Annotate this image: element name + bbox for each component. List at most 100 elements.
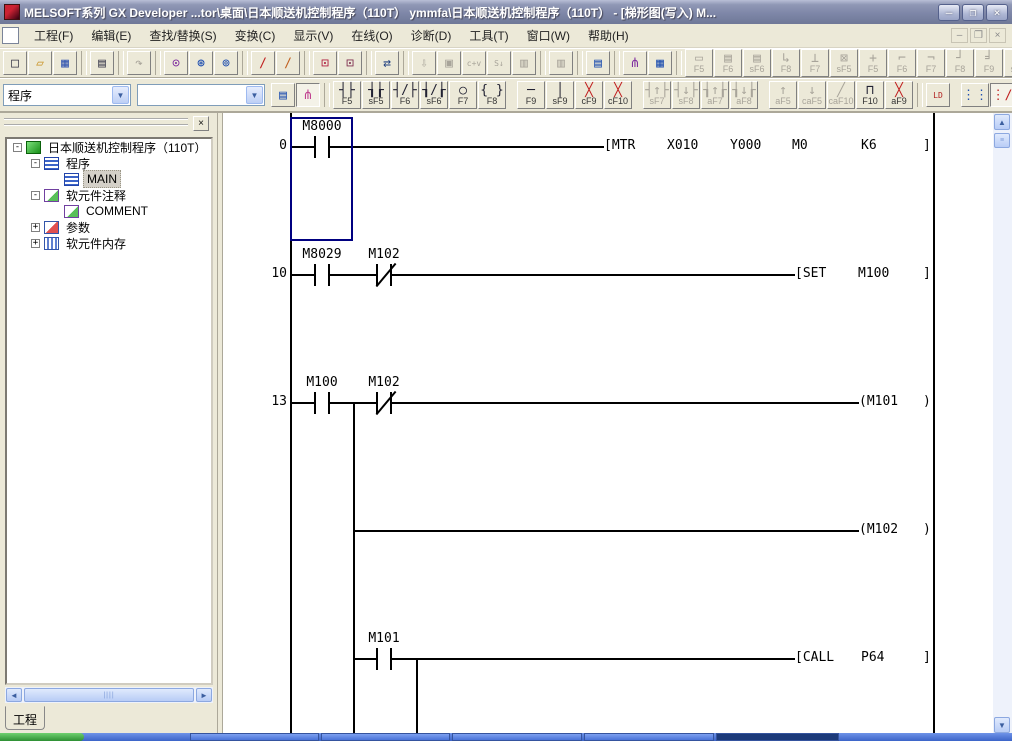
sfc-selection-convergence-button[interactable]: ┘F8	[946, 49, 974, 77]
coil-button[interactable]: ○F7	[449, 81, 477, 109]
menu-t[interactable]: 工具(T)	[460, 24, 517, 47]
scroll-thumb[interactable]: ||||	[24, 688, 194, 702]
target-selector[interactable]: ▼	[137, 84, 265, 106]
invert-op-button[interactable]: ╱caF10	[827, 81, 855, 109]
instruction-text[interactable]: P64	[861, 650, 884, 665]
sfc-dummy-step-button[interactable]: ▤sF6	[743, 49, 771, 77]
sfc-selection-divergence-button[interactable]: ⌐F6	[888, 49, 916, 77]
delete-line-button[interactable]: ╳aF9	[885, 81, 913, 109]
transfer-setup-button[interactable]: ⇄	[375, 51, 399, 75]
block-convert-button[interactable]: ▥	[512, 51, 536, 75]
menu-o[interactable]: 在线(O)	[342, 24, 401, 47]
download-button[interactable]: ⇩	[412, 51, 436, 75]
parallel-falling-pulse-button[interactable]: ┧↓┟aF8	[730, 81, 758, 109]
instruction-text[interactable]: Y000	[730, 138, 761, 153]
falling-pulse-op-button[interactable]: ↓caF5	[798, 81, 826, 109]
tree-node-label[interactable]: 软元件内存	[63, 234, 129, 253]
sfc-end-step-button[interactable]: ⊥F7	[801, 49, 829, 77]
tree-node-device-memory[interactable]: + 软元件内存	[7, 235, 211, 251]
ladder-editor[interactable]: 0M8000[MTRX010Y000M0K6]10M8029M102[SETM1…	[222, 113, 993, 734]
collapse-icon[interactable]: -	[31, 159, 40, 168]
rising-pulse-button[interactable]: ┤↑├sF7	[643, 81, 671, 109]
open-contact-button[interactable]: ┤├F5	[333, 81, 361, 109]
tree-node-label[interactable]: COMMENT	[83, 203, 151, 219]
ladder-list-toggle-button[interactable]: LD	[926, 83, 950, 107]
mdi-child-icon[interactable]	[2, 27, 19, 44]
sfc-vertical-line-button[interactable]: ╎sF9	[1004, 49, 1012, 77]
error-check-button[interactable]: c+v	[462, 51, 486, 75]
instruction-text[interactable]: [SET	[795, 266, 826, 281]
close-button[interactable]: ×	[986, 4, 1008, 21]
chevron-down-icon[interactable]: ▼	[112, 86, 129, 104]
parallel-rising-pulse-button[interactable]: ┧↑┟aF7	[701, 81, 729, 109]
scroll-right-arrow[interactable]: ►	[196, 688, 212, 702]
menu-f[interactable]: 工程(F)	[25, 24, 82, 47]
tree-node-label[interactable]: 软元件注释	[63, 186, 129, 205]
expand-icon[interactable]: +	[31, 239, 40, 248]
sfc-jump-button[interactable]: ↳F8	[772, 49, 800, 77]
horizontal-line-input-button[interactable]: ⊓F10	[856, 81, 884, 109]
panel-close-button[interactable]: ×	[193, 116, 209, 131]
panel-grip[interactable]	[4, 124, 188, 126]
expand-icon[interactable]: +	[31, 223, 40, 232]
sfc-simultaneous-convergence-button[interactable]: ╛F9	[975, 49, 1003, 77]
device-tree-button[interactable]: ⋔	[623, 51, 647, 75]
closed-contact-button[interactable]: ┤/├F6	[391, 81, 419, 109]
parallel-closed-contact-button[interactable]: ┧/┟sF6	[420, 81, 448, 109]
taskbar-button[interactable]	[452, 733, 582, 741]
menu-h[interactable]: 帮助(H)	[579, 24, 638, 47]
sfc-initial-step-button[interactable]: ▤F6	[714, 49, 742, 77]
device-batch-button[interactable]: ∕	[276, 51, 300, 75]
copy-window-button[interactable]: ▣	[437, 51, 461, 75]
instruction-text[interactable]: )	[923, 522, 931, 537]
minimize-button[interactable]: –	[938, 4, 960, 21]
open-contact[interactable]	[314, 264, 330, 286]
tree-node-comment[interactable]: COMMENT	[7, 203, 211, 219]
print-button[interactable]: ▤	[90, 51, 114, 75]
application-instruction-button[interactable]: { }F8	[478, 81, 506, 109]
ladder-edit-button[interactable]: ▦	[648, 51, 672, 75]
taskbar-button[interactable]	[190, 733, 319, 741]
tree-node-program-folder[interactable]: -程序	[7, 155, 211, 171]
sfc-block-start-button[interactable]: ⊠sF5	[830, 49, 858, 77]
taskbar-button-active[interactable]	[716, 733, 839, 741]
block-insert-button[interactable]: ▥	[549, 51, 573, 75]
taskbar-button[interactable]	[584, 733, 714, 741]
device-comment-tree-button[interactable]: ⋔	[296, 83, 320, 107]
tree-horizontal-scrollbar[interactable]: ◄ |||| ►	[5, 687, 213, 703]
comment-display-button[interactable]: ⋮⋮	[961, 83, 989, 107]
monitor-mode-button[interactable]: ⊡	[313, 51, 337, 75]
undo-button[interactable]: ↷	[127, 51, 151, 75]
delete-vertical-line-button[interactable]: ╳cF10	[604, 81, 632, 109]
scroll-down-arrow[interactable]: ▼	[994, 717, 1010, 733]
sfc-transition-button[interactable]: +F5	[859, 49, 887, 77]
instruction-text[interactable]: )	[923, 394, 931, 409]
statement-display-button[interactable]: ⋮∕	[990, 83, 1012, 107]
menu-s[interactable]: 查找/替换(S)	[140, 24, 225, 47]
delete-horizontal-line-button[interactable]: ╳cF9	[575, 81, 603, 109]
mdi-restore-button[interactable]: ❐	[970, 28, 987, 43]
instruction-text[interactable]: X010	[667, 138, 698, 153]
menu-c[interactable]: 变换(C)	[226, 24, 285, 47]
closed-contact[interactable]	[376, 264, 392, 286]
mdi-close-button[interactable]: ×	[989, 28, 1006, 43]
menu-v[interactable]: 显示(V)	[284, 24, 342, 47]
ladder-vertical-scrollbar[interactable]: ▲ ≡ ▼	[993, 113, 1012, 734]
new-file-button[interactable]: □	[3, 51, 27, 75]
chevron-down-icon[interactable]: ▼	[246, 86, 263, 104]
find-device-button[interactable]: ⊙	[164, 51, 188, 75]
rising-pulse-op-button[interactable]: ↑aF5	[769, 81, 797, 109]
instruction-text[interactable]: (M101	[859, 394, 898, 409]
collapse-icon[interactable]: -	[31, 191, 40, 200]
instruction-text[interactable]: (M102	[859, 522, 898, 537]
horizontal-line-button[interactable]: ─F9	[517, 81, 545, 109]
mode-selector[interactable]: 程序 ▼	[3, 84, 131, 106]
vertical-line-button[interactable]: │sF9	[546, 81, 574, 109]
closed-contact[interactable]	[376, 392, 392, 414]
monitor-stop-button[interactable]: ⊡	[338, 51, 362, 75]
restore-button[interactable]: ❐	[962, 4, 984, 21]
scroll-thumb[interactable]: ≡	[994, 133, 1010, 148]
menu-e[interactable]: 编辑(E)	[82, 24, 140, 47]
project-data-list-button[interactable]: ▤	[271, 83, 295, 107]
tree-node-project[interactable]: -日本顺送机控制程序（110T）	[7, 139, 211, 155]
